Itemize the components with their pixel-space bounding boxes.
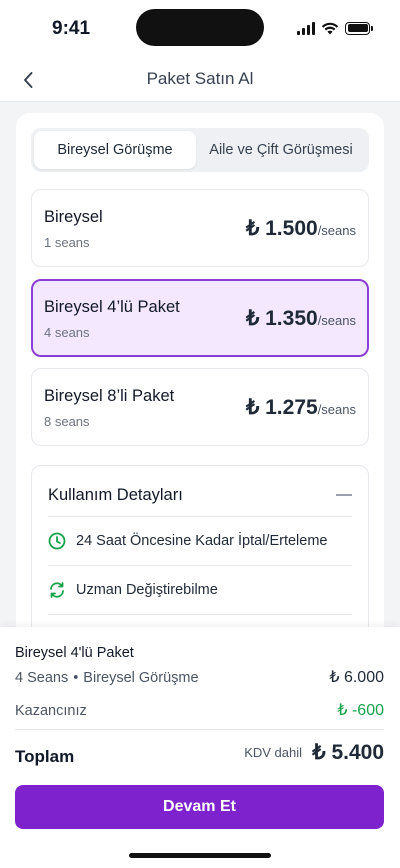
package-option-4-pack[interactable]: Bireysel 4’lü Paket 4 seans ₺ 1.350 /sea… <box>31 279 369 357</box>
feature-text: Uzman Değiştirebilme <box>76 582 218 598</box>
status-icons <box>297 20 373 36</box>
savings-label: Kazancınız <box>15 703 87 719</box>
package-option-8-pack[interactable]: Bireysel 8’li Paket 8 seans ₺ 1.275 /sea… <box>31 368 369 446</box>
package-sessions: 8 seans <box>44 414 90 429</box>
package-option-single[interactable]: Bireysel 1 seans ₺ 1.500 /seans <box>31 189 369 267</box>
package-price-unit: /seans <box>317 402 356 417</box>
cellular-signal-icon <box>297 21 315 35</box>
savings-value: ₺ -600 <box>337 702 384 719</box>
vat-included-label: KDV dahil <box>244 745 302 760</box>
collapse-minus-icon[interactable] <box>336 494 352 496</box>
total-value: ₺ 5.400 <box>312 741 384 764</box>
home-indicator <box>129 853 271 858</box>
divider <box>48 565 352 566</box>
package-price-unit: /seans <box>317 313 356 328</box>
total-label: Toplam <box>15 747 75 766</box>
package-price-unit: /seans <box>317 223 356 238</box>
feature-text: 24 Saat Öncesine Kadar İptal/Erteleme <box>76 533 328 549</box>
bullet-separator: • <box>73 670 79 686</box>
continue-button[interactable]: Devam Et <box>15 785 384 829</box>
package-sessions: 1 seans <box>44 235 90 250</box>
status-bar: 9:41 <box>0 0 400 58</box>
package-name: Bireysel 4’lü Paket <box>44 298 180 316</box>
divider <box>15 729 384 730</box>
divider <box>48 614 352 615</box>
divider <box>48 516 352 517</box>
clock-icon <box>48 532 66 550</box>
wifi-icon <box>321 22 339 34</box>
package-price-amount: ₺ 1.350 <box>245 307 318 330</box>
package-price: ₺ 1.500 /seans <box>246 216 356 241</box>
header: Paket Satın Al <box>0 58 400 102</box>
package-price: ₺ 1.350 /seans <box>246 306 356 331</box>
feature-item-change-expert: Uzman Değiştirebilme <box>48 577 352 603</box>
battery-icon <box>345 21 373 35</box>
package-price: ₺ 1.275 /seans <box>246 395 356 420</box>
tab-family-couple[interactable]: Aile ve Çift Görüşmesi <box>196 131 366 169</box>
package-price-amount: ₺ 1.275 <box>245 396 318 419</box>
summary-sessions: 4 Seans <box>15 670 69 686</box>
package-price-amount: ₺ 1.500 <box>245 217 318 240</box>
package-sessions: 4 seans <box>44 325 90 340</box>
summary-session-type: Bireysel Görüşme <box>83 670 199 686</box>
page-title: Paket Satın Al <box>146 69 254 88</box>
package-name: Bireysel 8’li Paket <box>44 387 175 405</box>
feature-item-cancellation: 24 Saat Öncesine Kadar İptal/Erteleme <box>48 528 352 554</box>
usage-details-title: Kullanım Detayları <box>48 486 183 504</box>
dynamic-island <box>136 9 264 46</box>
session-type-tabs: Bireysel Görüşme Aile ve Çift Görüşmesi <box>31 128 369 172</box>
status-time: 9:41 <box>52 18 91 39</box>
package-name: Bireysel <box>44 208 103 226</box>
summary-package-name: Bireysel 4'lü Paket <box>15 645 134 661</box>
order-summary-sheet: Bireysel 4'lü Paket 4 Seans • Bireysel G… <box>0 627 400 868</box>
package-card: Bireysel Görüşme Aile ve Çift Görüşmesi … <box>16 113 384 673</box>
summary-price: ₺ 6.000 <box>329 669 384 686</box>
refresh-icon <box>50 582 64 598</box>
summary-details: 4 Seans • Bireysel Görüşme <box>15 670 199 686</box>
tab-individual[interactable]: Bireysel Görüşme <box>34 131 196 169</box>
